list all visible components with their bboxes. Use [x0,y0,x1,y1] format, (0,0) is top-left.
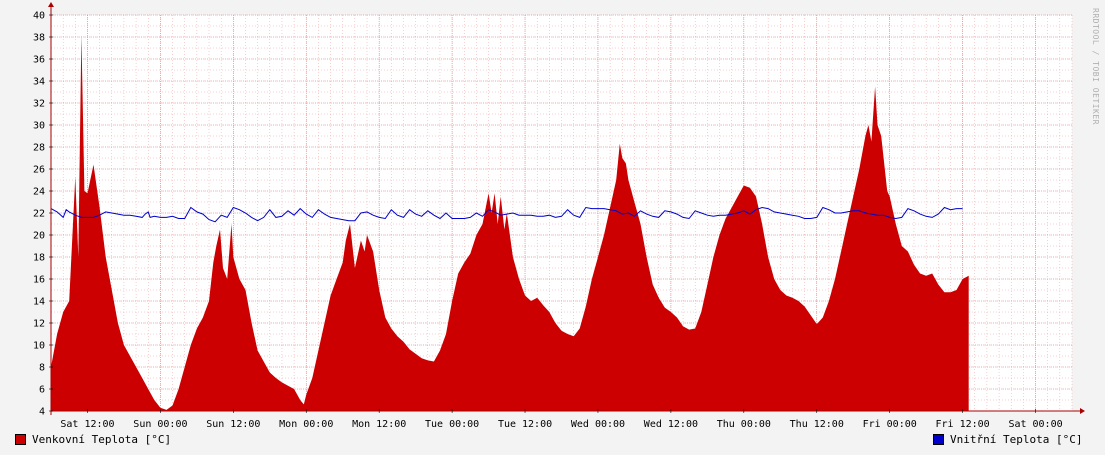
y-axis-arrow-icon [48,2,54,7]
legend-indoor: Vnitřní Teplota [°C] [933,433,1082,446]
x-tick-label: Thu 12:00 [790,419,844,430]
y-tick-label: 36 [33,55,45,66]
x-tick-label: Sat 00:00 [1008,419,1062,430]
y-tick-label: 6 [39,385,45,396]
y-tick-label: 14 [33,297,45,308]
indoor-swatch-icon [933,434,944,445]
y-tick-label: 4 [39,407,45,418]
y-tick-label: 18 [33,253,45,264]
y-tick-label: 38 [33,33,45,44]
y-tick-label: 12 [33,319,45,330]
temperature-chart: 4 6 8 10 12 14 16 18 20 22 24 26 28 30 32 34 36 38 40 Sat 1… [33,2,1100,430]
y-tick-label: 26 [33,165,45,176]
y-tick-label: 24 [33,187,45,198]
x-tick-label: Mon 00:00 [279,419,333,430]
x-tick-label: Tue 12:00 [498,419,552,430]
y-tick-label: 16 [33,275,45,286]
y-tick-label: 8 [39,363,45,374]
y-tick-label: 20 [33,231,45,242]
y-tick-label: 34 [33,77,45,88]
x-tick-label: Fri 00:00 [863,419,917,430]
x-tick-label: Thu 00:00 [717,419,771,430]
y-tick-label: 28 [33,143,45,154]
x-axis-arrow-icon [1080,408,1085,414]
y-tick-label: 30 [33,121,45,132]
x-tick-label: Sun 12:00 [206,419,260,430]
y-tick-label: 22 [33,209,45,220]
watermark: RRDTOOL / TOBI OETIKER [1091,8,1100,125]
y-tick-label: 32 [33,99,45,110]
x-tick-label: Wed 12:00 [644,419,698,430]
legend-outdoor: Venkovní Teplota [°C] [15,433,171,446]
x-tick-label: Wed 00:00 [571,419,625,430]
x-tick-label: Fri 12:00 [936,419,990,430]
y-tick-label: 10 [33,341,45,352]
x-tick-label: Mon 12:00 [352,419,406,430]
y-tick-label: 40 [33,11,45,22]
legend-outdoor-label: Venkovní Teplota [°C] [32,433,172,446]
x-tick-label: Sat 12:00 [60,419,114,430]
x-tick-label: Tue 00:00 [425,419,479,430]
outdoor-swatch-icon [15,434,26,445]
x-tick-label: Sun 00:00 [133,419,187,430]
legend-indoor-label: Vnitřní Teplota [°C] [950,433,1083,446]
